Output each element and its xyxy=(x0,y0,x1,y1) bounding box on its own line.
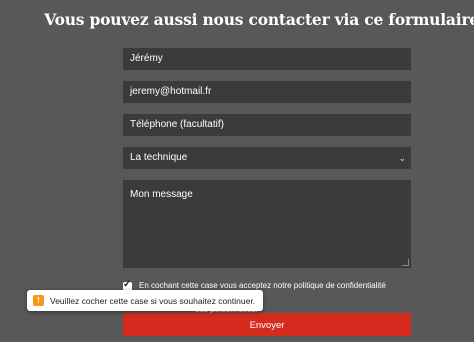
form-title: Vous pouvez aussi nous contacter via ce … xyxy=(44,10,474,29)
subject-select-value: La technique xyxy=(130,152,188,163)
chevron-down-icon: ⌄ xyxy=(398,153,406,163)
name-field[interactable]: Jérémy xyxy=(123,48,411,70)
warning-icon: ! xyxy=(33,295,44,306)
email-field-value: jeremy@hotmail.fr xyxy=(130,86,212,97)
phone-field-placeholder: Téléphone (facultatif) xyxy=(130,119,224,130)
subject-select[interactable]: La technique ⌄ xyxy=(123,147,411,169)
submit-button[interactable]: Envoyer xyxy=(123,313,411,336)
resize-handle-icon[interactable] xyxy=(402,259,409,266)
email-field[interactable]: jeremy@hotmail.fr xyxy=(123,81,411,103)
message-placeholder: Mon message xyxy=(130,189,193,200)
validation-tooltip: ! Veuillez cocher cette case si vous sou… xyxy=(27,290,264,311)
phone-field[interactable]: Téléphone (facultatif) xyxy=(123,114,411,136)
name-field-value: Jérémy xyxy=(130,53,163,64)
message-textarea[interactable]: Mon message xyxy=(123,180,411,268)
validation-message: Veuillez cocher cette case si vous souha… xyxy=(50,295,256,306)
